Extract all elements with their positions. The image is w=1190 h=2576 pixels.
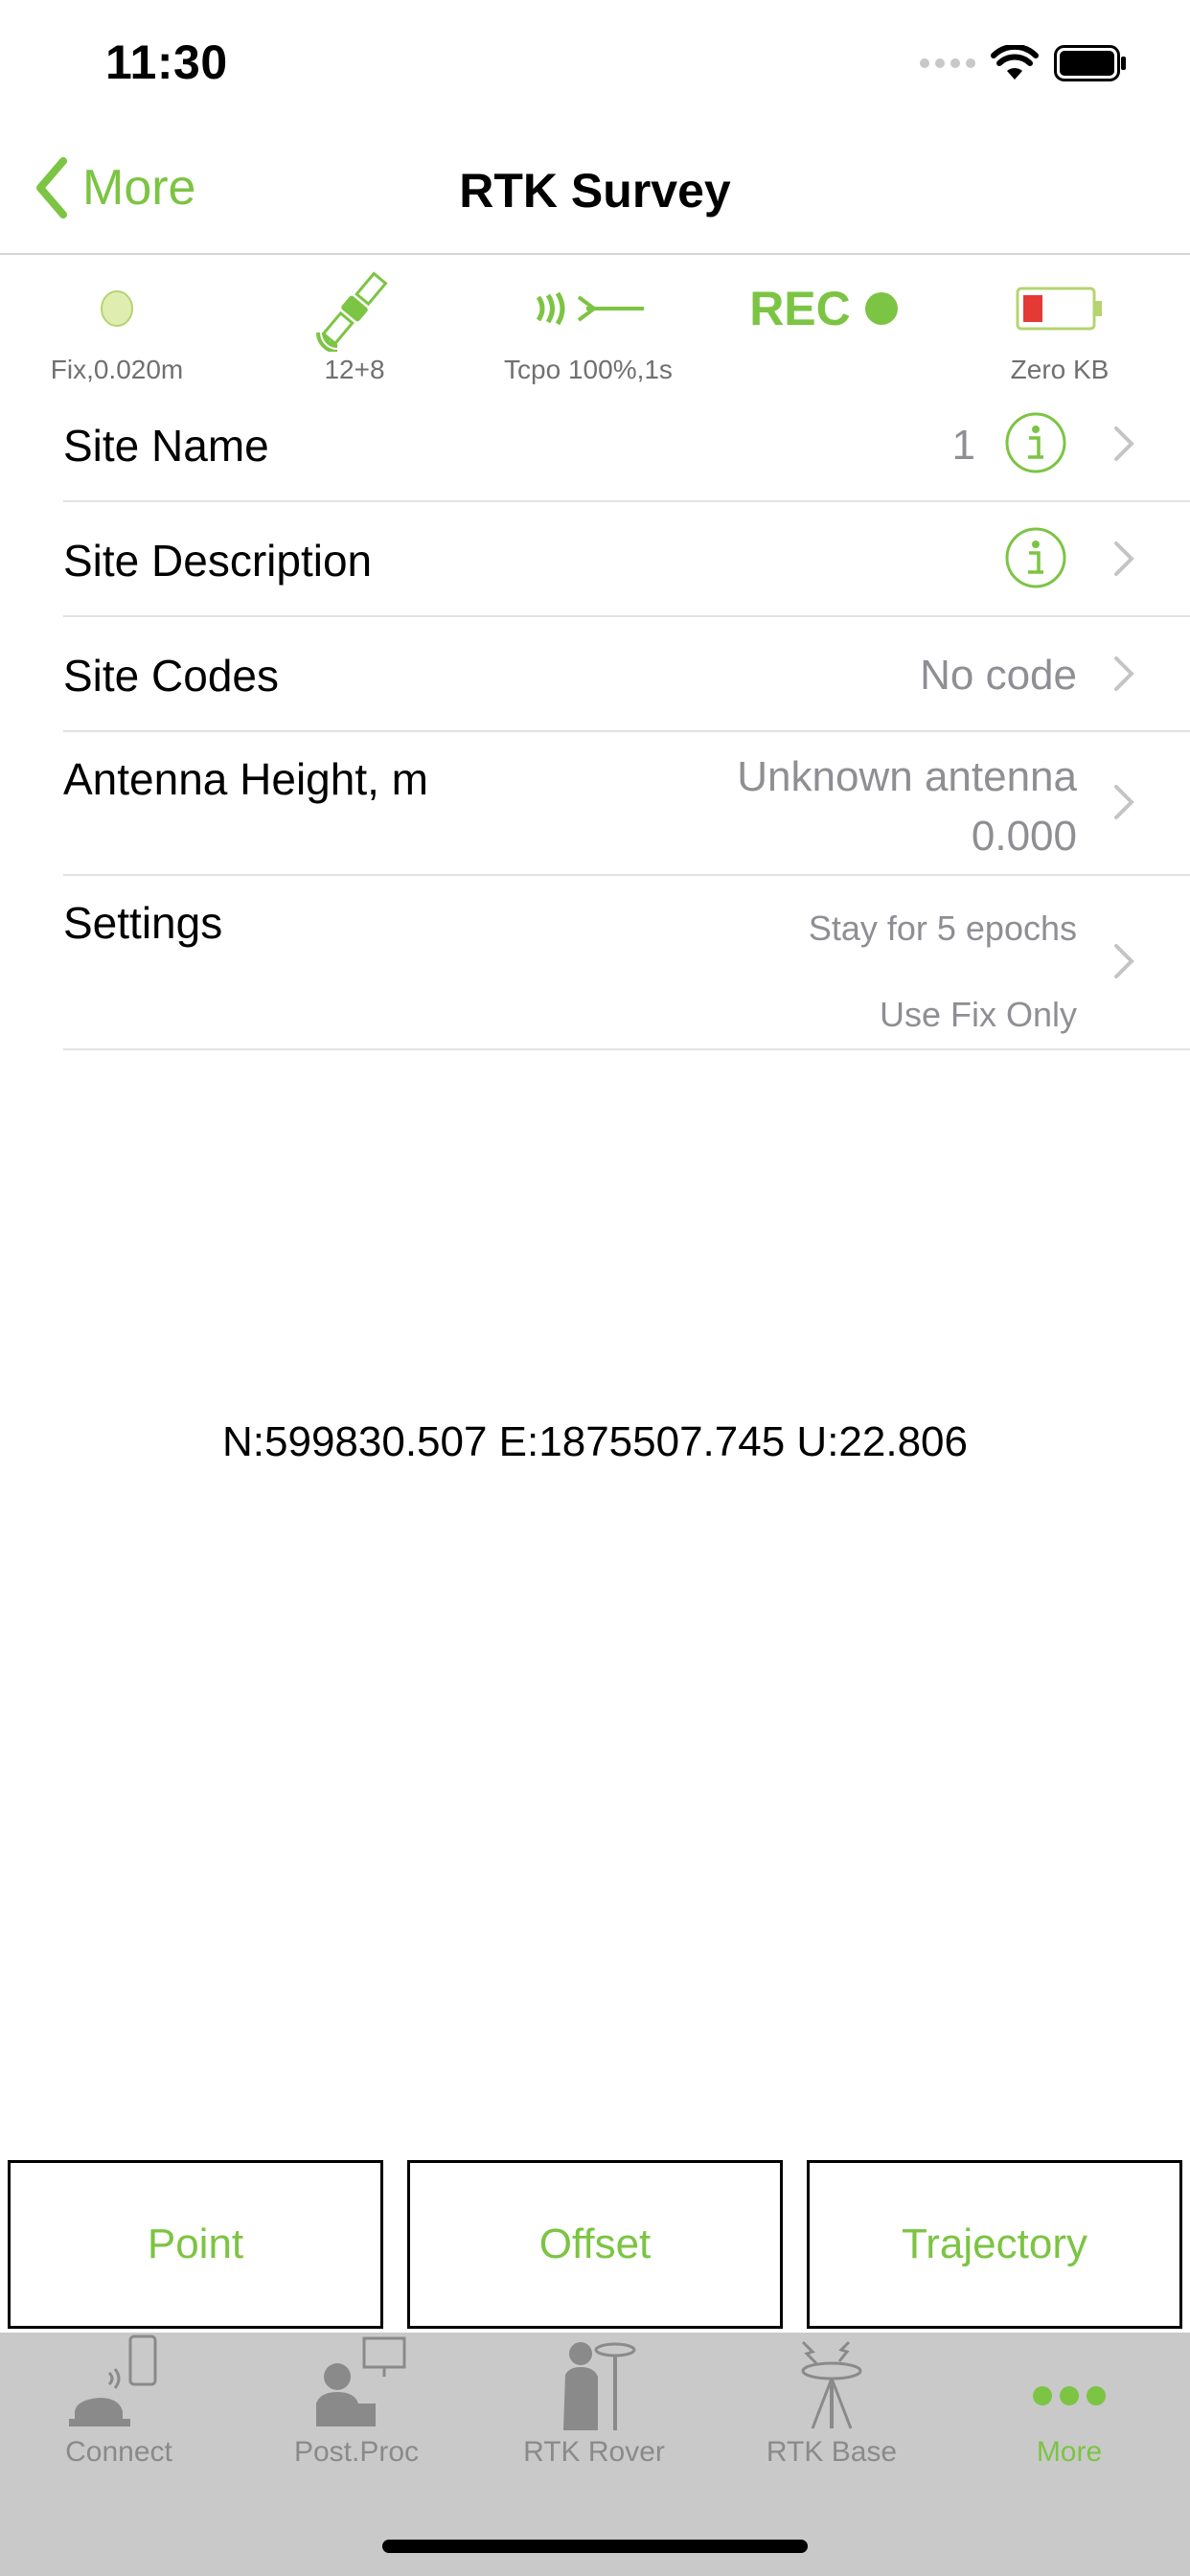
memory-label: Zero KB bbox=[1010, 355, 1110, 384]
wifi-icon bbox=[991, 45, 1039, 80]
chevron-right-icon bbox=[1114, 426, 1134, 461]
satellites-indicator[interactable]: 12+8 bbox=[240, 263, 469, 385]
tab-post-proc-label: Post.Proc bbox=[293, 2436, 420, 2468]
satellites-label: 12+8 bbox=[324, 355, 385, 384]
rec-label: REC bbox=[749, 282, 851, 335]
site-name-value: 1 bbox=[951, 422, 975, 469]
tab-connect-label: Connect bbox=[65, 2436, 172, 2468]
tab-rtk-rover-label: RTK Rover bbox=[523, 2436, 665, 2468]
connect-icon bbox=[69, 2334, 157, 2426]
more-dots-icon bbox=[1033, 2386, 1106, 2405]
settings-epochs-value: Stay for 5 epochs bbox=[808, 908, 1077, 948]
tab-connect[interactable]: Connect bbox=[0, 2334, 238, 2478]
antenna-name-value: Unknown antenna bbox=[737, 753, 1077, 800]
tab-rtk-rover[interactable]: RTK Rover bbox=[475, 2334, 713, 2478]
battery-icon bbox=[1054, 45, 1126, 81]
page-title: RTK Survey bbox=[459, 164, 731, 218]
receiver-battery-icon bbox=[1016, 287, 1102, 331]
info-icon[interactable] bbox=[1004, 411, 1067, 474]
memory-indicator[interactable]: Zero KB bbox=[945, 263, 1175, 385]
chevron-right-icon bbox=[1114, 541, 1134, 576]
satellite-icon bbox=[316, 271, 388, 352]
cellular-signal-icon bbox=[920, 58, 975, 68]
rtk-base-icon bbox=[801, 2340, 862, 2429]
tab-rtk-base[interactable]: RTK Base bbox=[713, 2334, 950, 2478]
status-icons bbox=[920, 42, 1127, 84]
correction-indicator[interactable]: Tcpo 100%,1s bbox=[473, 263, 703, 385]
site-name-title: Site Name bbox=[63, 421, 269, 471]
chevron-right-icon bbox=[1114, 785, 1134, 819]
post-proc-icon bbox=[316, 2336, 406, 2426]
home-indicator[interactable] bbox=[382, 2540, 808, 2553]
coordinates-readout: N:599830.507 E:1875507.745 U:22.806 bbox=[222, 1418, 968, 1465]
antenna-height-value: 0.000 bbox=[971, 813, 1077, 860]
correction-label: Tcpo 100%,1s bbox=[504, 355, 673, 384]
info-icon[interactable] bbox=[1004, 526, 1067, 589]
site-codes-row[interactable]: Site Codes No code bbox=[63, 617, 1190, 732]
antenna-height-row[interactable]: Antenna Height, m Unknown antenna 0.000 bbox=[63, 732, 1190, 876]
trajectory-button[interactable]: Trajectory bbox=[807, 2160, 1182, 2329]
rec-dot-icon bbox=[864, 292, 898, 325]
status-time: 11:30 bbox=[105, 35, 228, 89]
site-name-row[interactable]: Site Name 1 bbox=[63, 387, 1190, 502]
settings-title: Settings bbox=[63, 898, 223, 948]
point-button[interactable]: Point bbox=[8, 2160, 383, 2329]
radio-correction-icon bbox=[536, 291, 644, 326]
offset-button[interactable]: Offset bbox=[407, 2160, 783, 2329]
tab-more-label: More bbox=[1036, 2436, 1103, 2468]
recording-indicator[interactable]: REC bbox=[709, 263, 939, 355]
fix-status-dot-icon bbox=[101, 290, 133, 327]
site-codes-value: No code bbox=[920, 652, 1077, 699]
chevron-right-icon bbox=[1114, 944, 1134, 978]
settings-row[interactable]: Settings Stay for 5 epochs Use Fix Only bbox=[63, 876, 1190, 1050]
site-description-row[interactable]: Site Description bbox=[63, 502, 1190, 617]
tab-more[interactable]: More bbox=[950, 2334, 1188, 2478]
tab-rtk-base-label: RTK Base bbox=[766, 2436, 898, 2468]
site-description-title: Site Description bbox=[63, 536, 373, 586]
tab-post-proc[interactable]: Post.Proc bbox=[238, 2334, 475, 2478]
settings-fix-value: Use Fix Only bbox=[879, 995, 1077, 1034]
chevron-right-icon bbox=[1114, 656, 1134, 691]
fix-indicator[interactable]: Fix,0.020m bbox=[2, 263, 232, 385]
rtk-rover-icon bbox=[563, 2342, 636, 2430]
antenna-height-title: Antenna Height, m bbox=[63, 754, 429, 804]
site-codes-title: Site Codes bbox=[63, 651, 280, 701]
fix-label: Fix,0.020m bbox=[50, 355, 184, 384]
nav-divider bbox=[0, 253, 1190, 255]
